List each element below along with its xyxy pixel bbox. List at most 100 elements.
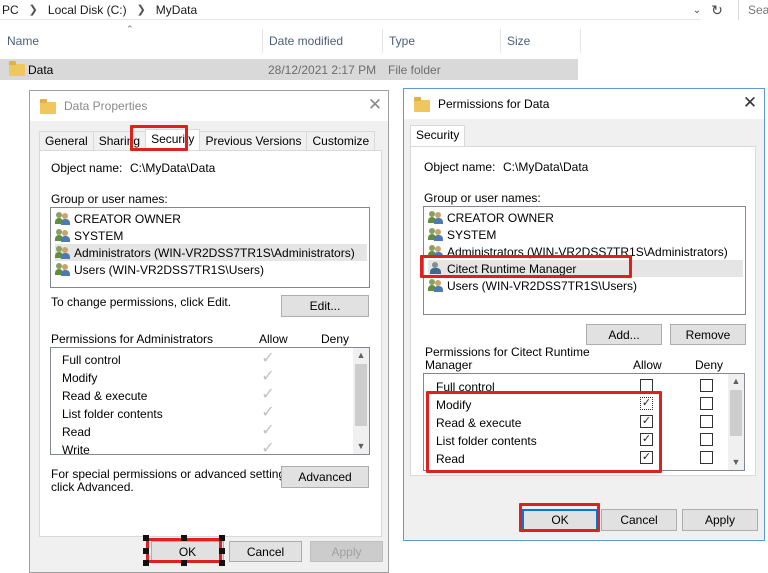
column-divider[interactable] [580, 29, 581, 53]
permissions-dialog: Permissions for Data ✕ Security Object n… [403, 88, 765, 541]
apply-button[interactable]: Apply [682, 509, 758, 531]
list-item[interactable]: Users (WIN-VR2DSS7TR1S\Users) [428, 277, 637, 294]
tab-general[interactable]: General [39, 131, 94, 150]
group-names-label: Group or user names: [51, 192, 168, 206]
permission-label: Write [62, 443, 90, 455]
selection-handle [219, 535, 225, 541]
allow-header: Allow [633, 358, 662, 372]
list-item[interactable]: SYSTEM [55, 227, 123, 244]
address-bar[interactable]: PC ❯ Local Disk (C:) ❯ MyData [0, 0, 700, 20]
column-name[interactable]: Name [0, 29, 262, 53]
breadcrumb-pc[interactable]: PC [2, 3, 19, 17]
object-name-label: Object name: [424, 160, 496, 174]
list-item[interactable]: CREATOR OWNER [55, 210, 181, 227]
scroll-up-icon[interactable]: ▲ [728, 374, 744, 389]
close-icon[interactable]: ✕ [740, 94, 760, 114]
user-name: CREATOR OWNER [74, 211, 181, 226]
users-icon [55, 228, 71, 243]
security-panel: Object name: C:\MyData\Data Group or use… [39, 150, 382, 537]
selection-handle [219, 548, 225, 554]
deny-checkbox[interactable] [700, 379, 713, 392]
user-highlight [420, 255, 632, 278]
tab-strip: Security [410, 125, 466, 146]
check-icon: ✓ [261, 404, 275, 421]
permission-label: Read [62, 425, 91, 439]
list-item[interactable]: CREATOR OWNER [428, 209, 554, 226]
deny-checkbox[interactable] [700, 433, 713, 446]
search-input[interactable]: Sear [738, 0, 768, 20]
check-icon: ✓ [261, 386, 275, 403]
column-size[interactable]: Size [500, 29, 580, 53]
add-button[interactable]: Add... [586, 324, 662, 345]
deny-checkbox[interactable] [700, 415, 713, 428]
list-item-selected[interactable]: Administrators (WIN-VR2DSS7TR1S\Administ… [55, 244, 367, 261]
user-name: Users (WIN-VR2DSS7TR1S\Users) [74, 262, 265, 277]
deny-checkbox[interactable] [700, 451, 713, 464]
tab-customize[interactable]: Customize [306, 131, 376, 150]
remove-button[interactable]: Remove [670, 324, 746, 345]
user-name: Administrators (WIN-VR2DSS7TR1S\Administ… [74, 245, 355, 260]
users-icon [428, 227, 444, 242]
breadcrumb-mydata[interactable]: MyData [156, 3, 197, 17]
scrollbar[interactable]: ▲ ▼ [728, 374, 744, 470]
object-name-value: C:\MyData\Data [130, 161, 216, 175]
folder-icon [40, 98, 56, 114]
file-name: Data [28, 63, 54, 77]
permission-label: Read & execute [62, 389, 148, 403]
cancel-button[interactable]: Cancel [229, 541, 302, 562]
list-item[interactable]: SYSTEM [428, 226, 496, 243]
file-date: 28/12/2021 2:17 PM [268, 63, 377, 77]
scrollbar[interactable]: ▲ ▼ [353, 348, 369, 454]
check-icon: ✓ [261, 422, 275, 439]
users-icon [55, 211, 71, 226]
tab-previous-versions[interactable]: Previous Versions [199, 131, 308, 150]
allow-permissions-highlight [426, 391, 662, 473]
file-type: File folder [388, 63, 441, 77]
deny-header: Deny [695, 358, 724, 372]
refresh-icon[interactable]: ↻ [708, 1, 726, 19]
chevron-right-icon: ❯ [136, 4, 146, 16]
cancel-button[interactable]: Cancel [601, 509, 677, 531]
allow-header: Allow [259, 332, 288, 346]
scroll-thumb[interactable] [355, 364, 367, 426]
permissions-list[interactable]: Full control ✓ Modify ✓ Read & execute ✓… [50, 347, 370, 455]
folder-icon [9, 61, 25, 76]
selection-handle [181, 535, 187, 541]
advanced-button[interactable]: Advanced [281, 466, 369, 488]
user-name: CREATOR OWNER [447, 210, 554, 225]
object-name-label: Object name: [51, 161, 123, 175]
column-date-modified[interactable]: Date modified [262, 29, 382, 53]
dialog-title: Data Properties [64, 99, 148, 113]
dialog-title-bar: Data Properties [30, 91, 388, 121]
tab-security[interactable]: Security [410, 125, 466, 146]
group-names-label: Group or user names: [424, 191, 541, 205]
list-item[interactable]: Users (WIN-VR2DSS7TR1S\Users) [55, 261, 264, 278]
breadcrumb-local-disk[interactable]: Local Disk (C:) [48, 3, 127, 17]
special-permissions-text: For special permissions or advanced sett… [51, 467, 295, 481]
check-icon: ✓ [261, 440, 275, 455]
deny-checkbox[interactable] [700, 397, 713, 410]
close-icon[interactable]: ✕ [365, 96, 385, 116]
dialog-title-bar: Permissions for Data [404, 89, 764, 119]
column-type[interactable]: Type [382, 29, 500, 53]
permission-label: List folder contents [62, 407, 163, 421]
users-icon [55, 262, 71, 277]
scroll-up-icon[interactable]: ▲ [353, 348, 369, 363]
user-name: Users (WIN-VR2DSS7TR1S\Users) [447, 278, 638, 293]
permission-label: Full control [62, 353, 121, 367]
edit-button[interactable]: Edit... [281, 295, 369, 317]
scroll-thumb[interactable] [730, 390, 742, 436]
selection-handle [143, 535, 149, 541]
folder-icon [414, 96, 430, 112]
selection-handle [181, 560, 187, 566]
chevron-down-icon[interactable]: ⌄ [688, 1, 706, 19]
scroll-down-icon[interactable]: ▼ [728, 455, 744, 470]
security-tab-highlight [130, 125, 188, 151]
user-list[interactable]: CREATOR OWNER SYSTEM Administrators (WIN… [50, 207, 370, 288]
users-icon [428, 278, 444, 293]
check-icon: ✓ [261, 350, 275, 367]
apply-button[interactable]: Apply [310, 541, 383, 562]
users-icon [428, 210, 444, 225]
user-name: SYSTEM [447, 227, 497, 242]
scroll-down-icon[interactable]: ▼ [353, 439, 369, 454]
